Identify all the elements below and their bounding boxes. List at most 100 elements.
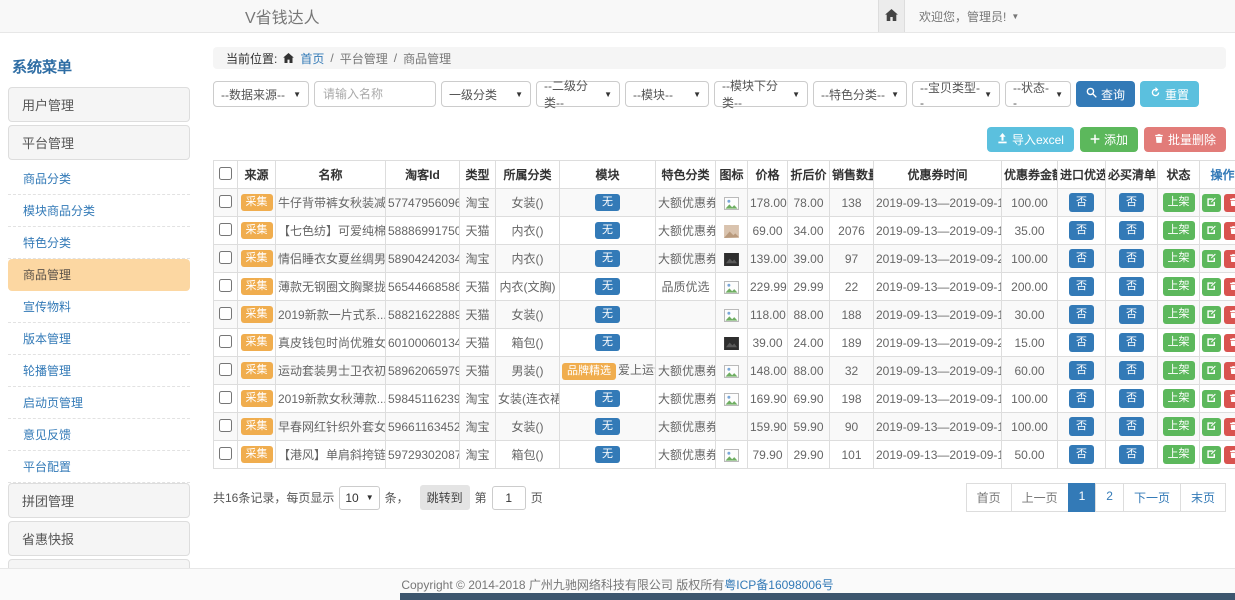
- row-checkbox[interactable]: [219, 391, 232, 404]
- row-checkbox[interactable]: [219, 363, 232, 376]
- delete-button[interactable]: [1224, 334, 1235, 352]
- per-page-select[interactable]: 10 ▼: [339, 486, 379, 510]
- delete-button[interactable]: [1224, 362, 1235, 380]
- sidebar-item-3[interactable]: 模块商品分类: [8, 195, 190, 227]
- import-select-toggle[interactable]: 否: [1069, 305, 1094, 324]
- row-checkbox[interactable]: [219, 419, 232, 432]
- icp-link[interactable]: 粤ICP备16098006号: [724, 576, 833, 593]
- feature-category-select[interactable]: --特色分类--▼: [813, 81, 907, 107]
- delete-button[interactable]: [1224, 418, 1235, 436]
- sidebar-item-6[interactable]: 宣传物料: [8, 291, 190, 323]
- page-next-button[interactable]: 下一页: [1123, 483, 1181, 512]
- row-checkbox[interactable]: [219, 195, 232, 208]
- home-button[interactable]: [878, 0, 905, 32]
- status-toggle[interactable]: 上架: [1163, 361, 1195, 380]
- module-select[interactable]: --模块--▼: [625, 81, 709, 107]
- edit-button[interactable]: [1202, 418, 1221, 436]
- import-select-toggle[interactable]: 否: [1069, 389, 1094, 408]
- status-toggle[interactable]: 上架: [1163, 277, 1195, 296]
- status-toggle[interactable]: 上架: [1163, 249, 1195, 268]
- edit-button[interactable]: [1202, 390, 1221, 408]
- delete-button[interactable]: [1224, 194, 1235, 212]
- sidebar-item-11[interactable]: 平台配置: [8, 451, 190, 483]
- delete-button[interactable]: [1224, 390, 1235, 408]
- sidebar-item-9[interactable]: 启动页管理: [8, 387, 190, 419]
- delete-button[interactable]: [1224, 278, 1235, 296]
- delete-button[interactable]: [1224, 250, 1235, 268]
- row-checkbox[interactable]: [219, 307, 232, 320]
- import-select-toggle[interactable]: 否: [1069, 333, 1094, 352]
- edit-button[interactable]: [1202, 222, 1221, 240]
- must-buy-toggle[interactable]: 否: [1119, 445, 1144, 464]
- import-select-toggle[interactable]: 否: [1069, 193, 1094, 212]
- import-select-toggle[interactable]: 否: [1069, 221, 1094, 240]
- level2-category-select[interactable]: --二级分类--▼: [536, 81, 620, 107]
- must-buy-toggle[interactable]: 否: [1119, 305, 1144, 324]
- page-number-input[interactable]: [492, 486, 526, 510]
- edit-button[interactable]: [1202, 194, 1221, 212]
- page-2-button[interactable]: 2: [1095, 483, 1124, 512]
- must-buy-toggle[interactable]: 否: [1119, 193, 1144, 212]
- select-all-checkbox[interactable]: [219, 167, 232, 180]
- must-buy-toggle[interactable]: 否: [1119, 221, 1144, 240]
- page-last-button[interactable]: 末页: [1180, 483, 1226, 512]
- name-search-input[interactable]: [314, 81, 436, 107]
- level1-category-select[interactable]: 一级分类▼: [441, 81, 531, 107]
- sidebar-item-8[interactable]: 轮播管理: [8, 355, 190, 387]
- status-toggle[interactable]: 上架: [1163, 193, 1195, 212]
- batch-delete-button[interactable]: 批量删除: [1144, 127, 1226, 152]
- status-toggle[interactable]: 上架: [1163, 417, 1195, 436]
- delete-button[interactable]: [1224, 306, 1235, 324]
- breadcrumb-home-link[interactable]: 首页: [300, 50, 324, 67]
- sidebar-item-5[interactable]: 商品管理: [8, 259, 190, 291]
- status-toggle[interactable]: 上架: [1163, 389, 1195, 408]
- edit-button[interactable]: [1202, 278, 1221, 296]
- page-1-button[interactable]: 1: [1068, 483, 1097, 512]
- status-select[interactable]: --状态--▼: [1005, 81, 1071, 107]
- edit-button[interactable]: [1202, 250, 1221, 268]
- sidebar-item-7[interactable]: 版本管理: [8, 323, 190, 355]
- data-source-select[interactable]: --数据来源--▼: [213, 81, 309, 107]
- edit-button[interactable]: [1202, 306, 1221, 324]
- search-button[interactable]: 查询: [1076, 81, 1135, 107]
- import-select-toggle[interactable]: 否: [1069, 249, 1094, 268]
- edit-button[interactable]: [1202, 362, 1221, 380]
- user-menu[interactable]: 欢迎您，管理员! ▼: [905, 0, 1235, 32]
- must-buy-toggle[interactable]: 否: [1119, 333, 1144, 352]
- sidebar-item-4[interactable]: 特色分类: [8, 227, 190, 259]
- sidebar-item-2[interactable]: 商品分类: [8, 163, 190, 195]
- sidebar-item-10[interactable]: 意见反馈: [8, 419, 190, 451]
- page-prev-button[interactable]: 上一页: [1011, 483, 1069, 512]
- status-toggle[interactable]: 上架: [1163, 445, 1195, 464]
- delete-button[interactable]: [1224, 446, 1235, 464]
- status-toggle[interactable]: 上架: [1163, 221, 1195, 240]
- status-toggle[interactable]: 上架: [1163, 333, 1195, 352]
- edit-button[interactable]: [1202, 334, 1221, 352]
- add-button[interactable]: 添加: [1080, 127, 1138, 152]
- row-checkbox[interactable]: [219, 279, 232, 292]
- sidebar-group-1[interactable]: 平台管理: [8, 125, 190, 160]
- sidebar-group-13[interactable]: 省惠快报: [8, 521, 190, 556]
- must-buy-toggle[interactable]: 否: [1119, 361, 1144, 380]
- must-buy-toggle[interactable]: 否: [1119, 249, 1144, 268]
- import-excel-button[interactable]: 导入excel: [987, 127, 1074, 152]
- delete-button[interactable]: [1224, 222, 1235, 240]
- row-checkbox[interactable]: [219, 447, 232, 460]
- row-checkbox[interactable]: [219, 223, 232, 236]
- sidebar-group-0[interactable]: 用户管理: [8, 87, 190, 122]
- reset-button[interactable]: 重置: [1140, 81, 1199, 107]
- jump-to-page-button[interactable]: 跳转到: [420, 485, 470, 510]
- must-buy-toggle[interactable]: 否: [1119, 417, 1144, 436]
- sidebar-group-12[interactable]: 拼团管理: [8, 483, 190, 518]
- edit-button[interactable]: [1202, 446, 1221, 464]
- row-checkbox[interactable]: [219, 251, 232, 264]
- row-checkbox[interactable]: [219, 335, 232, 348]
- import-select-toggle[interactable]: 否: [1069, 445, 1094, 464]
- page-first-button[interactable]: 首页: [966, 483, 1012, 512]
- import-select-toggle[interactable]: 否: [1069, 361, 1094, 380]
- item-type-select[interactable]: --宝贝类型--▼: [912, 81, 1000, 107]
- module-subcategory-select[interactable]: --模块下分类--▼: [714, 81, 808, 107]
- must-buy-toggle[interactable]: 否: [1119, 277, 1144, 296]
- must-buy-toggle[interactable]: 否: [1119, 389, 1144, 408]
- import-select-toggle[interactable]: 否: [1069, 417, 1094, 436]
